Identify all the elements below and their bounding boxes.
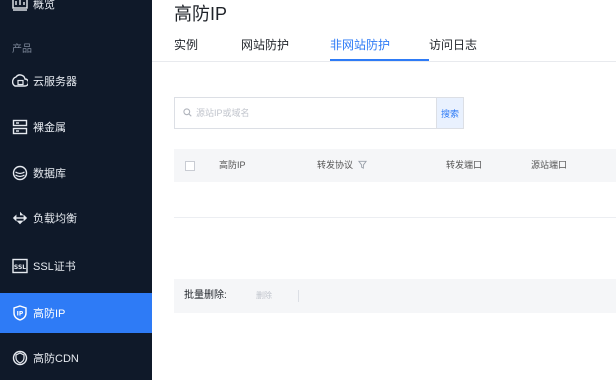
sidebar-item-cloud-server[interactable]: 云服务器 bbox=[0, 61, 152, 101]
tab-bar: 实例 网站防护 非网站防护 访问日志 bbox=[174, 36, 499, 61]
column-header-anti-ddos-ip: 高防IP bbox=[219, 160, 246, 170]
bare-metal-icon bbox=[12, 119, 28, 135]
table-header: 高防IP 转发协议 转发端口 源站端口 bbox=[174, 149, 616, 182]
batch-delete-label: 批量删除: bbox=[184, 290, 227, 301]
sidebar-item-label: 高防CDN bbox=[33, 353, 79, 365]
batch-action-bar: 批量删除: 删除 bbox=[174, 279, 616, 313]
sidebar-item-database[interactable]: 数据库 bbox=[0, 153, 152, 193]
sidebar-item-label: 负载均衡 bbox=[33, 213, 77, 225]
tab-instances[interactable]: 实例 bbox=[174, 36, 241, 60]
load-balancer-icon bbox=[12, 210, 28, 226]
divider bbox=[298, 290, 299, 302]
sidebar-item-anti-ddos-cdn[interactable]: 高防CDN bbox=[0, 338, 152, 378]
sidebar-item-label: 数据库 bbox=[33, 168, 66, 180]
search-bar: 搜索 bbox=[174, 97, 464, 129]
filter-icon[interactable] bbox=[357, 160, 367, 169]
tab-website-protection[interactable]: 网站防护 bbox=[241, 36, 330, 60]
sidebar-item-bare-metal[interactable]: 裸金属 bbox=[0, 107, 152, 147]
sidebar-item-load-balancer[interactable]: 负载均衡 bbox=[0, 198, 152, 238]
sidebar-item-label: 概览 bbox=[33, 0, 55, 11]
sidebar: 概览 产品 云服务器 裸金属 数据库 负载均衡 SSL SSL证书 IP 高防I… bbox=[0, 0, 152, 380]
sidebar-item-label: SSL证书 bbox=[33, 261, 76, 273]
anti-ddos-cdn-icon bbox=[12, 350, 28, 366]
search-icon bbox=[183, 104, 192, 122]
sidebar-item-label: 云服务器 bbox=[33, 76, 77, 88]
sidebar-item-ssl-certificate[interactable]: SSL SSL证书 bbox=[0, 246, 152, 286]
ssl-certificate-icon: SSL bbox=[12, 258, 28, 274]
search-input[interactable] bbox=[196, 108, 436, 118]
sidebar-item-label: 高防IP bbox=[33, 308, 66, 320]
search-field bbox=[175, 98, 436, 128]
tab-divider bbox=[152, 61, 616, 62]
cloud-server-icon bbox=[12, 73, 28, 89]
main-content: 高防IP 实例 网站防护 非网站防护 访问日志 搜索 高防IP 转发协议 转发端… bbox=[152, 0, 616, 380]
sidebar-item-anti-ddos-ip[interactable]: IP 高防IP bbox=[0, 293, 152, 333]
svg-text:IP: IP bbox=[17, 311, 24, 318]
tab-non-website-protection[interactable]: 非网站防护 bbox=[330, 36, 429, 61]
sidebar-item-overview[interactable]: 概览 bbox=[0, 0, 152, 24]
delete-button[interactable]: 删除 bbox=[256, 279, 272, 313]
column-header-forwarding-protocol[interactable]: 转发协议 bbox=[317, 149, 367, 182]
overview-icon bbox=[12, 0, 28, 12]
page-title: 高防IP bbox=[174, 4, 228, 24]
sidebar-section-label: 产品 bbox=[12, 44, 32, 55]
select-all-checkbox[interactable] bbox=[185, 161, 195, 171]
sidebar-item-label: 裸金属 bbox=[33, 122, 66, 134]
column-header-forwarding-port: 转发端口 bbox=[446, 160, 483, 170]
database-icon bbox=[12, 165, 28, 181]
tab-access-logs[interactable]: 访问日志 bbox=[429, 36, 499, 60]
search-button[interactable]: 搜索 bbox=[436, 98, 463, 128]
column-header-origin-port: 源站端口 bbox=[531, 160, 568, 170]
svg-text:SSL: SSL bbox=[14, 264, 26, 271]
anti-ddos-ip-icon: IP bbox=[12, 305, 28, 321]
table-empty-row bbox=[174, 217, 616, 218]
